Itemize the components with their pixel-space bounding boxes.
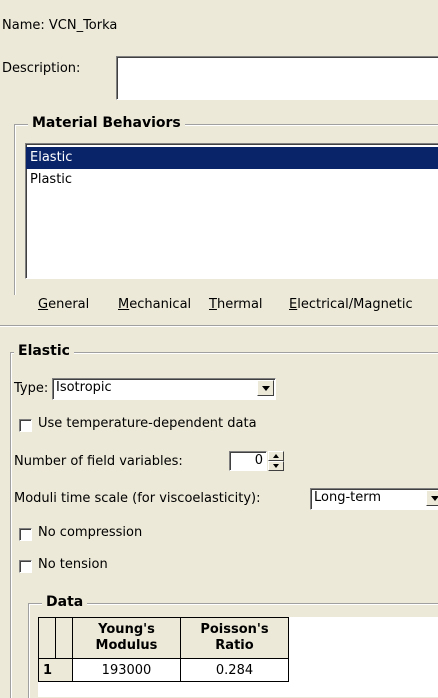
row-index-cell[interactable]: 1 [39, 659, 73, 682]
type-select[interactable]: Isotropic [52, 378, 276, 400]
no-tension-checkbox[interactable] [19, 560, 32, 573]
menu-electrical-magnetic[interactable]: Electrical/Magnetic [289, 297, 413, 312]
spin-down-button[interactable] [268, 461, 284, 471]
moduli-label: Moduli time scale (for viscoelasticity): [14, 491, 260, 506]
menu-electrical-rest: lectrical/Magnetic [297, 297, 412, 312]
youngs-header-line2: Modulus [73, 638, 180, 654]
behavior-item-elastic[interactable]: Elastic [26, 147, 438, 169]
menu-thermal[interactable]: Thermal [209, 297, 263, 312]
moduli-dropdown-button[interactable] [426, 490, 438, 506]
no-compression-checkbox[interactable] [19, 528, 32, 541]
chevron-down-icon [262, 386, 270, 391]
poissons-ratio-cell[interactable]: 0.284 [181, 659, 289, 682]
menu-general-rest: eneral [48, 297, 89, 312]
name-label: Name: [2, 18, 45, 33]
poisson-header-line1: Poisson's [181, 622, 288, 638]
section-divider [0, 325, 438, 327]
corner-header-cell [39, 618, 56, 659]
material-behaviors-title: Material Behaviors [28, 115, 185, 131]
field-vars-spinner[interactable] [268, 451, 284, 471]
field-vars-value: 0 [255, 453, 263, 468]
elastic-title: Elastic [14, 343, 74, 359]
no-compression-label: No compression [38, 525, 142, 540]
youngs-modulus-cell[interactable]: 193000 [73, 659, 181, 682]
menu-mechanical[interactable]: Mechanical [118, 297, 191, 312]
temp-dependent-checkbox[interactable] [19, 419, 32, 432]
material-behaviors-list[interactable]: Elastic Plastic [25, 143, 438, 279]
arrow-down-icon [273, 464, 279, 468]
temp-dependent-label: Use temperature-dependent data [38, 416, 257, 431]
menu-electrical-mnemonic: E [289, 297, 297, 312]
menu-general-mnemonic: G [38, 297, 48, 312]
moduli-value: Long-term [314, 490, 381, 505]
chevron-down-icon [431, 496, 438, 501]
type-label: Type: [14, 381, 48, 396]
menu-general[interactable]: General [38, 297, 89, 312]
spacer-header-cell [56, 618, 73, 659]
description-label: Description: [2, 61, 80, 76]
data-title: Data [42, 594, 87, 610]
data-table: Young's Modulus Poisson's Ratio 1 193000… [38, 617, 289, 682]
column-header-poissons-ratio[interactable]: Poisson's Ratio [181, 618, 289, 659]
spin-up-button[interactable] [268, 451, 284, 461]
type-dropdown-button[interactable] [257, 380, 274, 396]
no-tension-label: No tension [38, 557, 108, 572]
menu-thermal-mnemonic: T [209, 297, 217, 312]
arrow-up-icon [273, 454, 279, 458]
behavior-item-plastic[interactable]: Plastic [26, 169, 438, 191]
field-vars-input[interactable]: 0 [229, 451, 267, 471]
name-value: VCN_Torka [49, 18, 118, 33]
moduli-select[interactable]: Long-term [310, 488, 438, 510]
youngs-header-line1: Young's [73, 622, 180, 638]
menu-thermal-rest: hermal [217, 297, 263, 312]
menu-mechanical-mnemonic: M [118, 297, 129, 312]
column-header-youngs-modulus[interactable]: Young's Modulus [73, 618, 181, 659]
menu-mechanical-rest: echanical [129, 297, 191, 312]
description-field[interactable] [116, 56, 438, 100]
field-vars-label: Number of field variables: [14, 454, 183, 469]
type-value: Isotropic [56, 380, 112, 395]
poisson-header-line2: Ratio [181, 638, 288, 654]
table-row: 1 193000 0.284 [39, 659, 289, 682]
name-row: Name: VCN_Torka [2, 18, 117, 33]
